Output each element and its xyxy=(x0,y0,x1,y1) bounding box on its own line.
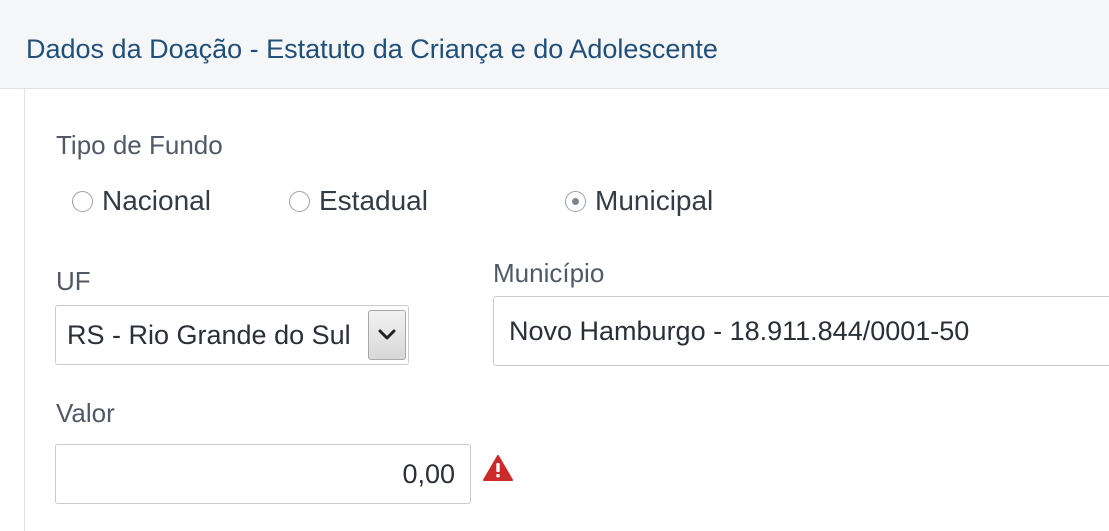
radio-municipal-circle[interactable] xyxy=(565,190,586,212)
panel-title: Dados da Doação - Estatuto da Criança e … xyxy=(26,34,718,64)
radio-estadual-label[interactable]: Estadual xyxy=(319,185,428,217)
municipio-field-value[interactable]: Novo Hamburgo - 18.911.844/0001-50 xyxy=(509,316,969,347)
radio-estadual-circle[interactable] xyxy=(289,190,310,212)
panel-header: Dados da Doação - Estatuto da Criança e … xyxy=(0,0,1109,89)
uf-label: UF xyxy=(56,266,91,296)
radio-estadual[interactable]: Estadual xyxy=(289,183,428,219)
radio-nacional[interactable]: Nacional xyxy=(72,183,211,219)
valor-label: Valor xyxy=(56,398,115,428)
tipo-fundo-label: Tipo de Fundo xyxy=(56,130,223,160)
radio-nacional-label[interactable]: Nacional xyxy=(102,185,211,217)
uf-select[interactable]: RS - Rio Grande do Sul xyxy=(55,305,409,365)
valor-input-value[interactable]: 0,00 xyxy=(402,459,455,490)
municipio-label: Município xyxy=(493,258,605,288)
donation-panel: Dados da Doação - Estatuto da Criança e … xyxy=(0,0,1109,531)
radio-municipal-label[interactable]: Municipal xyxy=(595,185,713,217)
radio-nacional-circle[interactable] xyxy=(72,190,93,212)
uf-select-value[interactable]: RS - Rio Grande do Sul xyxy=(67,320,367,351)
valor-input[interactable]: 0,00 xyxy=(55,444,471,504)
municipio-field[interactable]: Novo Hamburgo - 18.911.844/0001-50 xyxy=(493,296,1109,366)
radio-municipal[interactable]: Municipal xyxy=(565,183,713,219)
warning-icon xyxy=(482,454,514,482)
chevron-down-icon[interactable] xyxy=(368,310,406,360)
